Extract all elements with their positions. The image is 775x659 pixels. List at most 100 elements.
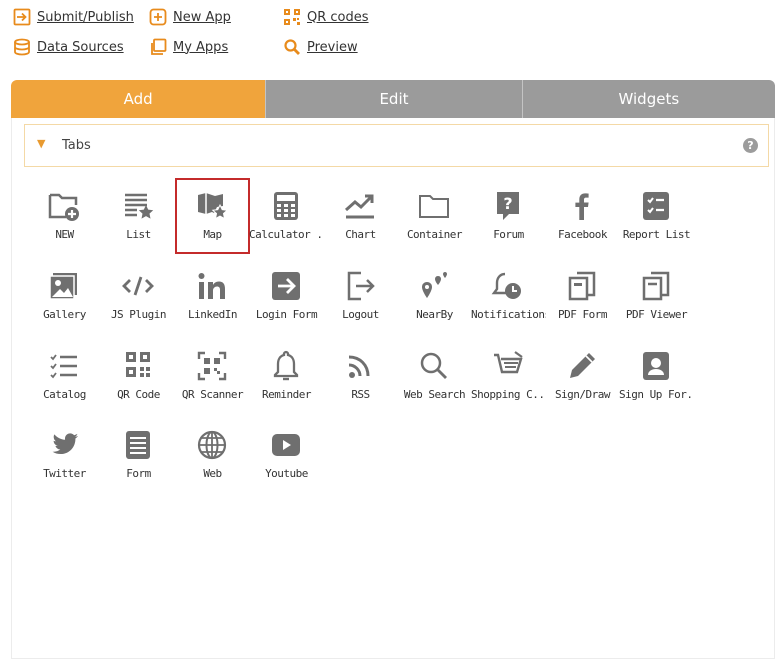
widget-label: NEW (55, 228, 74, 241)
widget-shopping-c[interactable]: Shopping C... (471, 338, 546, 414)
widget-label: Shopping C... (471, 388, 546, 401)
rss-icon (341, 350, 379, 382)
widget-youtube[interactable]: Youtube (249, 417, 324, 493)
nearby-icon (415, 270, 453, 302)
widget-report-list[interactable]: Report List (619, 178, 694, 254)
widget-form[interactable]: Form (101, 417, 176, 493)
pencil-icon (563, 350, 601, 382)
widget-label: Twitter (43, 467, 86, 480)
forum-icon: ? (489, 190, 527, 222)
widget-js-plugin[interactable]: JS Plugin (101, 258, 176, 334)
widget-qr-scanner[interactable]: QR Scanner (175, 338, 250, 414)
widget-label: Web Search (403, 388, 466, 401)
tab-add[interactable]: Add (11, 80, 266, 118)
pdf-form-icon (563, 270, 601, 302)
copy-icon (149, 38, 167, 56)
widget-forum[interactable]: ? Forum (471, 178, 546, 254)
widget-list[interactable]: List (101, 178, 176, 254)
widget-sign-draw[interactable]: Sign/Draw (545, 338, 620, 414)
widget-notifications[interactable]: Notifications (471, 258, 546, 334)
widget-label: Gallery (43, 308, 86, 321)
submit-publish-label: Submit/Publish (37, 9, 134, 25)
widget-catalog[interactable]: Catalog (27, 338, 102, 414)
youtube-icon (267, 429, 305, 461)
widget-new[interactable]: NEW (27, 178, 102, 254)
widget-pdf-form[interactable]: PDF Form (545, 258, 620, 334)
widget-label: List (126, 228, 151, 241)
widget-label: Chart (345, 228, 376, 241)
widget-facebook[interactable]: Facebook (545, 178, 620, 254)
widget-container[interactable]: Container (397, 178, 472, 254)
widget-linkedin[interactable]: LinkedIn (175, 258, 250, 334)
widget-qr-code[interactable]: QR Code (101, 338, 176, 414)
gallery-icon (45, 270, 83, 302)
database-icon (13, 38, 31, 56)
widget-rss[interactable]: RSS (323, 338, 398, 414)
data-sources-link[interactable]: Data Sources (13, 38, 124, 56)
qr-scanner-icon (193, 350, 231, 382)
login-icon (267, 270, 305, 302)
widget-gallery[interactable]: Gallery (27, 258, 102, 334)
calculator-icon (267, 190, 305, 222)
widget-nearby[interactable]: NearBy (397, 258, 472, 334)
widget-label: Sign/Draw (554, 388, 611, 401)
folder-icon (415, 190, 453, 222)
search-icon (283, 38, 301, 56)
caret-down-icon: ▼ (37, 137, 46, 150)
widget-chart[interactable]: Chart (323, 178, 398, 254)
catalog-icon (45, 350, 83, 382)
preview-link[interactable]: Preview (283, 38, 358, 56)
widget-twitter[interactable]: Twitter (27, 417, 102, 493)
qr-code-icon (119, 350, 157, 382)
logout-icon (341, 270, 379, 302)
widget-reminder[interactable]: Reminder (249, 338, 324, 414)
globe-icon (193, 429, 231, 461)
widget-calculator[interactable]: Calculator ... (249, 178, 324, 254)
qr-codes-link[interactable]: QR codes (283, 8, 369, 26)
facebook-icon (563, 190, 601, 222)
widget-web[interactable]: Web (175, 417, 250, 493)
widget-sign-up-for[interactable]: Sign Up For... (619, 338, 694, 414)
report-list-icon (637, 190, 675, 222)
widget-label: Form (126, 467, 151, 480)
data-sources-label: Data Sources (37, 39, 124, 55)
form-icon (119, 429, 157, 461)
widget-label: NearBy (416, 308, 453, 321)
arrow-in-box-icon (13, 8, 31, 26)
group-title: Tabs (62, 138, 91, 153)
widget-label: Reminder (262, 388, 311, 401)
code-icon (119, 270, 157, 302)
svg-text:?: ? (503, 194, 512, 213)
tab-edit[interactable]: Edit (265, 80, 522, 118)
widget-label: Map (203, 228, 222, 241)
submit-publish-link[interactable]: Submit/Publish (13, 8, 134, 26)
widget-login-form[interactable]: Login Form (249, 258, 324, 334)
my-apps-link[interactable]: My Apps (149, 38, 228, 56)
widget-label: PDF Viewer (625, 308, 688, 321)
user-card-icon (637, 350, 675, 382)
chart-icon (341, 190, 379, 222)
widget-label: LinkedIn (188, 308, 237, 321)
widget-label: Facebook (558, 228, 607, 241)
help-icon[interactable]: ? (743, 138, 758, 153)
new-app-link[interactable]: New App (149, 8, 231, 26)
tab-widgets[interactable]: Widgets (521, 80, 775, 118)
widget-web-search[interactable]: Web Search (397, 338, 472, 414)
widget-label: Youtube (265, 467, 308, 480)
bell-icon (267, 350, 305, 382)
widget-label: Login Form (255, 308, 318, 321)
tabs-group-header[interactable]: ▼ Tabs ? (24, 124, 769, 167)
widget-map[interactable]: Map (175, 178, 250, 254)
widget-label: Catalog (43, 388, 86, 401)
plus-box-icon (149, 8, 167, 26)
widget-label: Container (406, 228, 463, 241)
widget-pdf-viewer[interactable]: PDF Viewer (619, 258, 694, 334)
widget-label: Report List (622, 228, 691, 241)
widget-label: Sign Up For... (619, 388, 694, 401)
list-icon (119, 190, 157, 222)
new-folder-icon (45, 190, 83, 222)
widget-logout[interactable]: Logout (323, 258, 398, 334)
widget-label: QR Scanner (181, 388, 244, 401)
search-icon (415, 350, 453, 382)
widget-label: Web (203, 467, 222, 480)
